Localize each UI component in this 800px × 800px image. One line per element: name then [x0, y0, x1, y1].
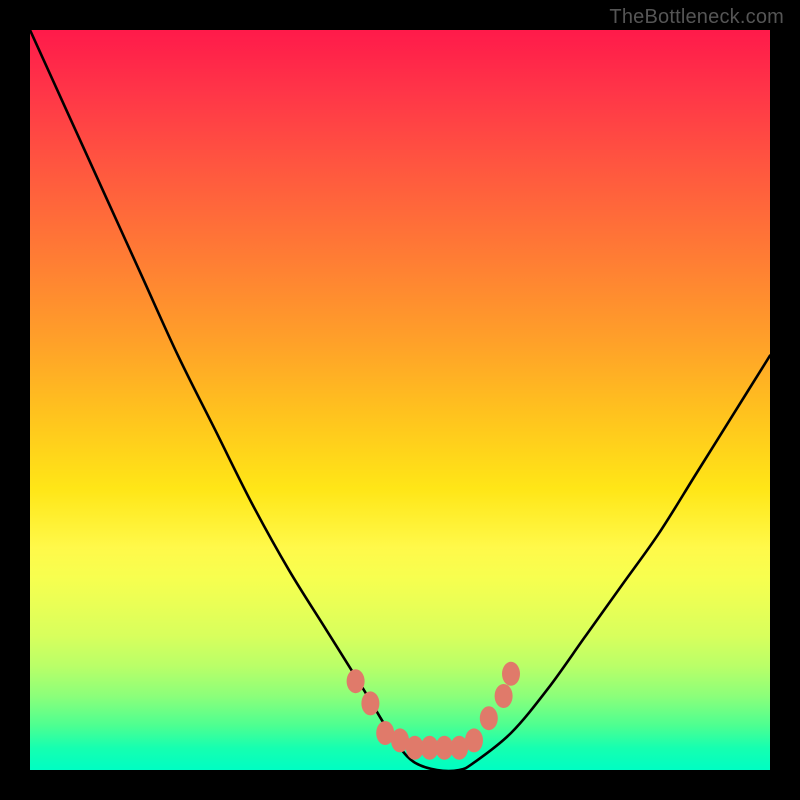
marker-dot	[361, 691, 379, 715]
chart-frame: TheBottleneck.com	[0, 0, 800, 800]
marker-dot	[465, 728, 483, 752]
watermark-text: TheBottleneck.com	[609, 6, 784, 29]
marker-dot	[502, 662, 520, 686]
marker-dot	[480, 706, 498, 730]
bottleneck-curve	[30, 30, 770, 770]
marker-dot	[347, 669, 365, 693]
plot-area	[30, 30, 770, 770]
marker-dot	[495, 684, 513, 708]
